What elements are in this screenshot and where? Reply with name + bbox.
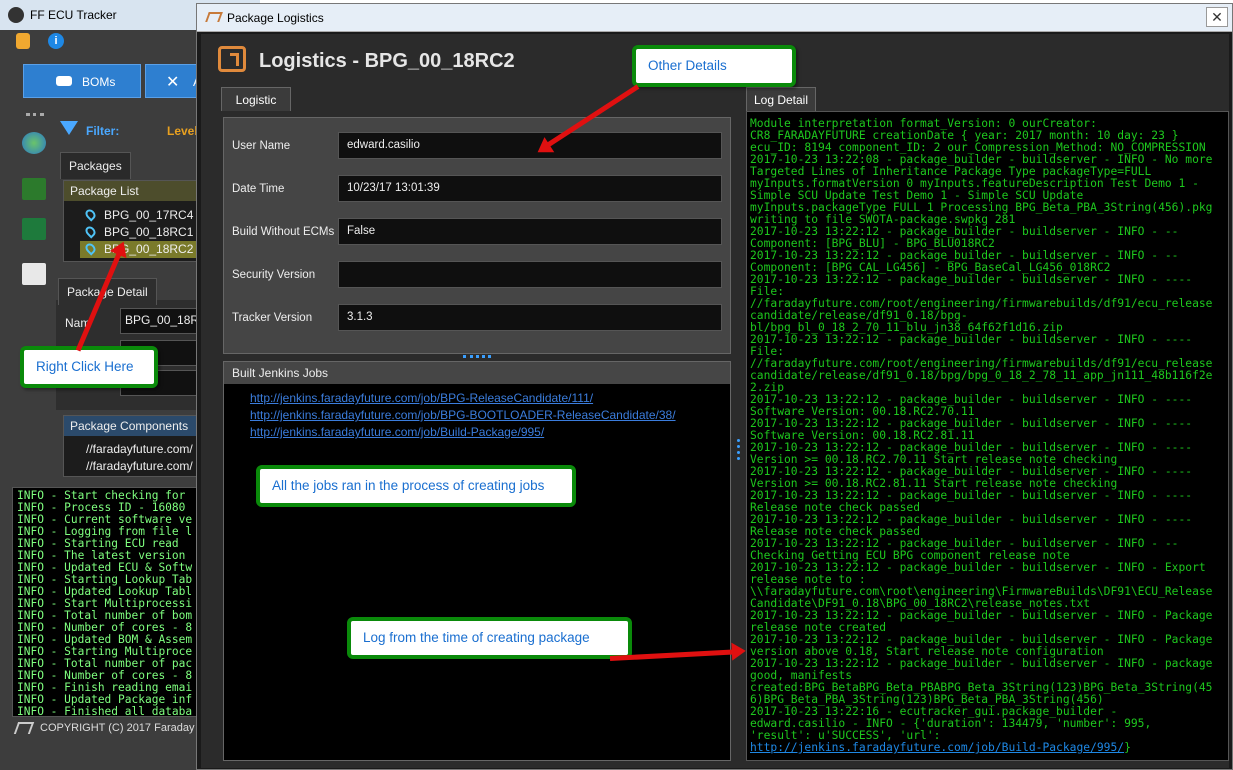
boms-tab-button[interactable]: BOMs — [23, 64, 141, 98]
location-pin-icon — [83, 241, 98, 256]
form-row-build-without-ecms: Build Without ECMs False — [224, 218, 730, 248]
location-pin-icon — [83, 224, 98, 239]
callout-log-note: Log from the time of creating package — [347, 617, 632, 659]
database-icon[interactable] — [16, 33, 30, 49]
form-row-tracker-version: Tracker Version 3.1.3 — [224, 304, 730, 334]
dialog-titlebar[interactable]: Package Logistics ✕ — [197, 4, 1232, 32]
car-icon — [56, 76, 72, 86]
build-without-ecms-label: Build Without ECMs — [232, 226, 335, 238]
date-time-label: Date Time — [232, 183, 285, 195]
form-row-date-time: Date Time 10/23/17 13:01:39 — [224, 175, 730, 205]
security-version-field[interactable] — [338, 261, 722, 288]
ff-logo-icon — [205, 12, 223, 22]
user-name-label: User Name — [232, 140, 291, 152]
tools-icon: ✕ — [166, 74, 180, 91]
copyright-text: COPYRIGHT (C) 2017 Faraday F — [13, 722, 205, 735]
log-line: candidate/release/df91_0.18/bpg/bpg_0_18… — [750, 369, 1213, 382]
log-line-suffix: } — [1124, 741, 1131, 754]
job-link[interactable]: http://jenkins.faradayfuture.com/job/Bui… — [250, 424, 730, 441]
tracker-version-field[interactable]: 3.1.3 — [338, 304, 722, 331]
job-link[interactable]: http://jenkins.faradayfuture.com/job/BPG… — [250, 390, 730, 407]
drag-handle-icon[interactable] — [26, 113, 44, 117]
filter-icon[interactable] — [60, 121, 78, 135]
filter-label: Filter: — [86, 124, 120, 138]
tab-logistic[interactable]: Logistic — [221, 87, 291, 111]
log-detail-panel[interactable]: Module interpretation format_Version: 0 … — [746, 111, 1229, 761]
log-line: http://jenkins.faradayfuture.com/job/Bui… — [750, 742, 1228, 754]
jenkins-jobs-header: Built Jenkins Jobs — [224, 362, 730, 384]
callout-right-click: Right Click Here — [20, 346, 158, 388]
date-time-field[interactable]: 10/23/17 13:01:39 — [338, 175, 722, 202]
tracker-version-label: Tracker Version — [232, 312, 313, 324]
csv-export-icon[interactable] — [22, 263, 46, 285]
level-label: Level — [167, 124, 198, 138]
page-title: Logistics - BPG_00_18RC2 — [259, 50, 515, 72]
horizontal-splitter[interactable] — [463, 355, 491, 360]
jenkins-jobs-panel: Built Jenkins Jobs http://jenkins.farada… — [223, 361, 731, 761]
copyright-label: COPYRIGHT (C) 2017 Faraday F — [40, 722, 205, 734]
close-button[interactable]: ✕ — [1206, 7, 1228, 27]
packages-tab[interactable]: Packages — [60, 152, 131, 179]
boms-tab-label: BOMs — [82, 75, 116, 89]
log-url-link[interactable]: http://jenkins.faradayfuture.com/job/Bui… — [750, 741, 1124, 754]
callout-jobs-note: All the jobs ran in the process of creat… — [256, 465, 576, 507]
log-line: 2017-10-23 13:22:12 - package_builder - … — [750, 273, 1193, 286]
build-without-ecms-field[interactable]: False — [338, 218, 722, 245]
form-row-security-version: Security Version — [224, 261, 730, 291]
logistics-icon — [218, 46, 246, 72]
app-logo-icon — [8, 7, 24, 23]
background-app-title: FF ECU Tracker — [30, 8, 117, 22]
user-name-field[interactable]: edward.casilio — [338, 132, 722, 159]
form-row-user-name: User Name edward.casilio — [224, 132, 730, 162]
excel-csv-icon[interactable] — [22, 218, 46, 240]
logistic-form: User Name edward.casilio Date Time 10/23… — [223, 117, 731, 354]
import-icon[interactable] — [22, 178, 46, 200]
location-pin-icon — [83, 207, 98, 222]
vertical-splitter[interactable] — [737, 439, 741, 469]
globe-icon[interactable] — [22, 132, 46, 154]
job-link[interactable]: http://jenkins.faradayfuture.com/job/BPG… — [250, 407, 730, 424]
security-version-label: Security Version — [232, 269, 316, 281]
package-item-label: BPG_00_18RC1 — [104, 225, 194, 239]
tab-log-detail[interactable]: Log Detail — [746, 87, 816, 111]
dialog-title: Package Logistics — [227, 11, 324, 25]
callout-other-details: Other Details — [632, 45, 796, 87]
info-icon[interactable]: i — [48, 33, 64, 49]
ff-logo-icon — [13, 722, 35, 735]
package-item-label: BPG_00_17RC4 — [104, 208, 194, 222]
log-line: 2017-10-23 13:22:12 - package_builder - … — [750, 333, 1193, 346]
